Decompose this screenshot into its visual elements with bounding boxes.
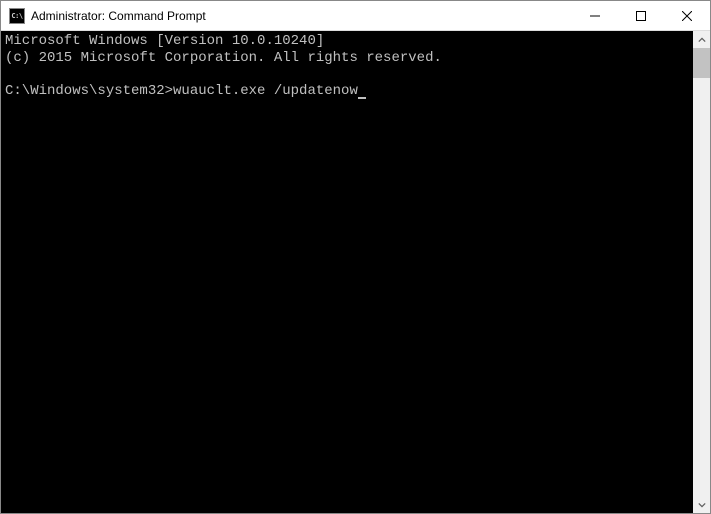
- scroll-up-button[interactable]: [693, 31, 710, 48]
- vertical-scrollbar[interactable]: [693, 31, 710, 513]
- window-controls: [572, 1, 710, 30]
- app-icon: C:\: [9, 8, 25, 24]
- cursor: [358, 97, 366, 99]
- prompt-prefix: C:\Windows\system32>: [5, 83, 173, 99]
- titlebar[interactable]: C:\ Administrator: Command Prompt: [1, 1, 710, 31]
- close-button[interactable]: [664, 1, 710, 30]
- prompt-line: C:\Windows\system32>wuauclt.exe /updaten…: [5, 83, 366, 99]
- scroll-track[interactable]: [693, 48, 710, 496]
- scroll-thumb[interactable]: [693, 48, 710, 78]
- chevron-up-icon: [698, 36, 706, 44]
- minimize-button[interactable]: [572, 1, 618, 30]
- copyright-line: (c) 2015 Microsoft Corporation. All righ…: [5, 50, 442, 66]
- terminal-container: Microsoft Windows [Version 10.0.10240] (…: [1, 31, 710, 513]
- maximize-button[interactable]: [618, 1, 664, 30]
- scroll-down-button[interactable]: [693, 496, 710, 513]
- window-title: Administrator: Command Prompt: [31, 9, 572, 23]
- terminal-output[interactable]: Microsoft Windows [Version 10.0.10240] (…: [1, 31, 693, 513]
- command-input[interactable]: wuauclt.exe /updatenow: [173, 83, 358, 99]
- version-line: Microsoft Windows [Version 10.0.10240]: [5, 33, 324, 49]
- close-icon: [682, 11, 692, 21]
- maximize-icon: [636, 11, 646, 21]
- chevron-down-icon: [698, 501, 706, 509]
- minimize-icon: [590, 11, 600, 21]
- command-prompt-window: C:\ Administrator: Command Prompt Mi: [0, 0, 711, 514]
